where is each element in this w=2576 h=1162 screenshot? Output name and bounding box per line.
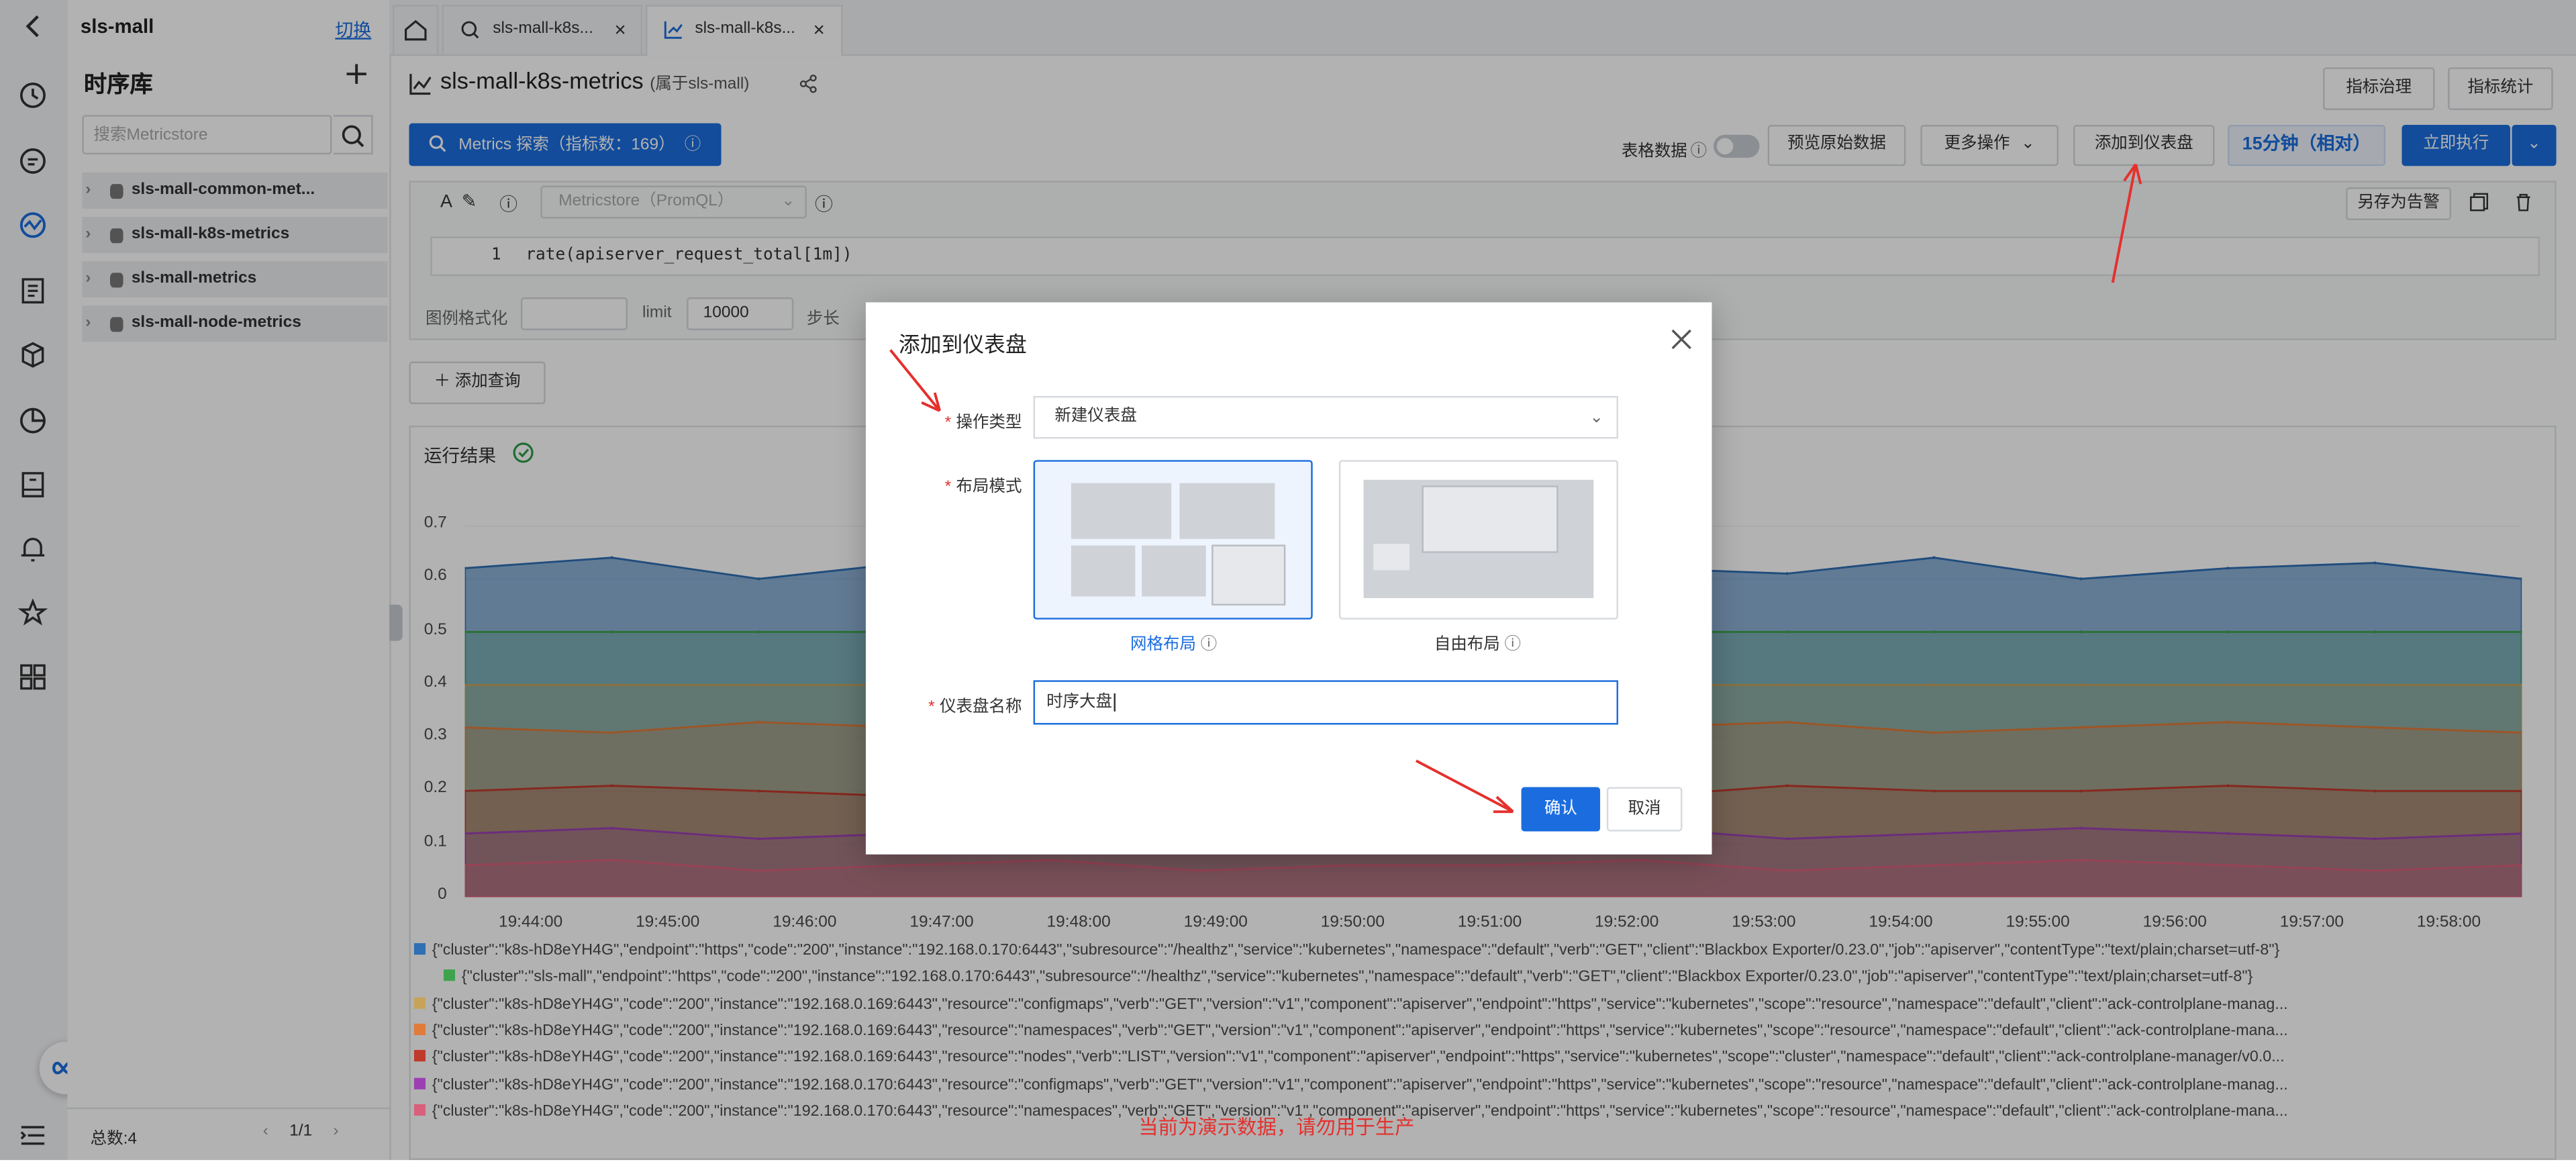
- y-tick-label: 0.6: [424, 567, 447, 586]
- x-tick-label: 19:44:00: [498, 913, 563, 932]
- x-tick-label: 19:54:00: [1869, 913, 1933, 932]
- legend-item[interactable]: {"cluster":"k8s-hD8eYH4G","endpoint":"ht…: [413, 938, 2520, 965]
- y-tick-label: 0.5: [424, 620, 447, 639]
- legend-item[interactable]: {"cluster":"k8s-hD8eYH4G","code":"200","…: [413, 1045, 2520, 1071]
- legend-label: {"cluster":"k8s-hD8eYH4G","endpoint":"ht…: [432, 941, 2280, 960]
- y-tick-label: 0.7: [424, 514, 447, 533]
- legend-swatch: [413, 1077, 426, 1089]
- y-tick-label: 0.4: [424, 673, 447, 692]
- legend-label: {"cluster":"k8s-hD8eYH4G","code":"200","…: [432, 995, 2288, 1014]
- legend-label: {"cluster":"k8s-hD8eYH4G","code":"200","…: [432, 1022, 2288, 1040]
- legend-swatch: [413, 1023, 426, 1035]
- x-tick-label: 19:49:00: [1183, 913, 1248, 932]
- y-tick-label: 0.2: [424, 779, 447, 798]
- x-tick-label: 19:58:00: [2416, 913, 2481, 932]
- legend-swatch: [443, 969, 456, 982]
- legend-item[interactable]: {"cluster":"k8s-hD8eYH4G","code":"200","…: [413, 1099, 2520, 1125]
- legend-item[interactable]: {"cluster":"sls-mall","endpoint":"https"…: [443, 965, 2550, 991]
- legend-item[interactable]: {"cluster":"k8s-hD8eYH4G","code":"200","…: [413, 991, 2520, 1018]
- legend-swatch: [413, 1050, 426, 1062]
- arrow-to-add-dashboard: [2111, 163, 2142, 283]
- legend-item[interactable]: {"cluster":"k8s-hD8eYH4G","code":"200","…: [413, 1072, 2520, 1098]
- x-tick-label: 19:51:00: [1457, 913, 1522, 932]
- arrow-to-confirm: [1416, 759, 1514, 814]
- x-tick-label: 19:47:00: [909, 913, 974, 932]
- x-tick-label: 19:56:00: [2142, 913, 2207, 932]
- legend-swatch: [413, 942, 426, 955]
- x-tick-label: 19:45:00: [636, 913, 700, 932]
- y-tick-label: 0.3: [424, 726, 447, 745]
- legend-label: {"cluster":"sls-mall","endpoint":"https"…: [461, 968, 2253, 987]
- x-tick-label: 19:53:00: [1732, 913, 1796, 932]
- legend-label: {"cluster":"k8s-hD8eYH4G","code":"200","…: [432, 1102, 2288, 1120]
- x-tick-label: 19:48:00: [1046, 913, 1111, 932]
- y-tick-label: 0.1: [424, 832, 447, 851]
- x-tick-label: 19:55:00: [2005, 913, 2070, 932]
- legend-swatch: [413, 1104, 426, 1116]
- arrow-to-op-type: [889, 349, 941, 412]
- x-tick-label: 19:46:00: [773, 913, 837, 932]
- x-tick-label: 19:52:00: [1595, 913, 1659, 932]
- legend-label: {"cluster":"k8s-hD8eYH4G","code":"200","…: [432, 1049, 2285, 1067]
- x-tick-label: 19:57:00: [2279, 913, 2344, 932]
- legend-swatch: [413, 996, 426, 1008]
- x-tick-label: 19:50:00: [1320, 913, 1385, 932]
- legend-item[interactable]: {"cluster":"k8s-hD8eYH4G","code":"200","…: [413, 1018, 2520, 1045]
- legend-label: {"cluster":"k8s-hD8eYH4G","code":"200","…: [432, 1075, 2288, 1094]
- y-tick-label: 0: [438, 885, 447, 904]
